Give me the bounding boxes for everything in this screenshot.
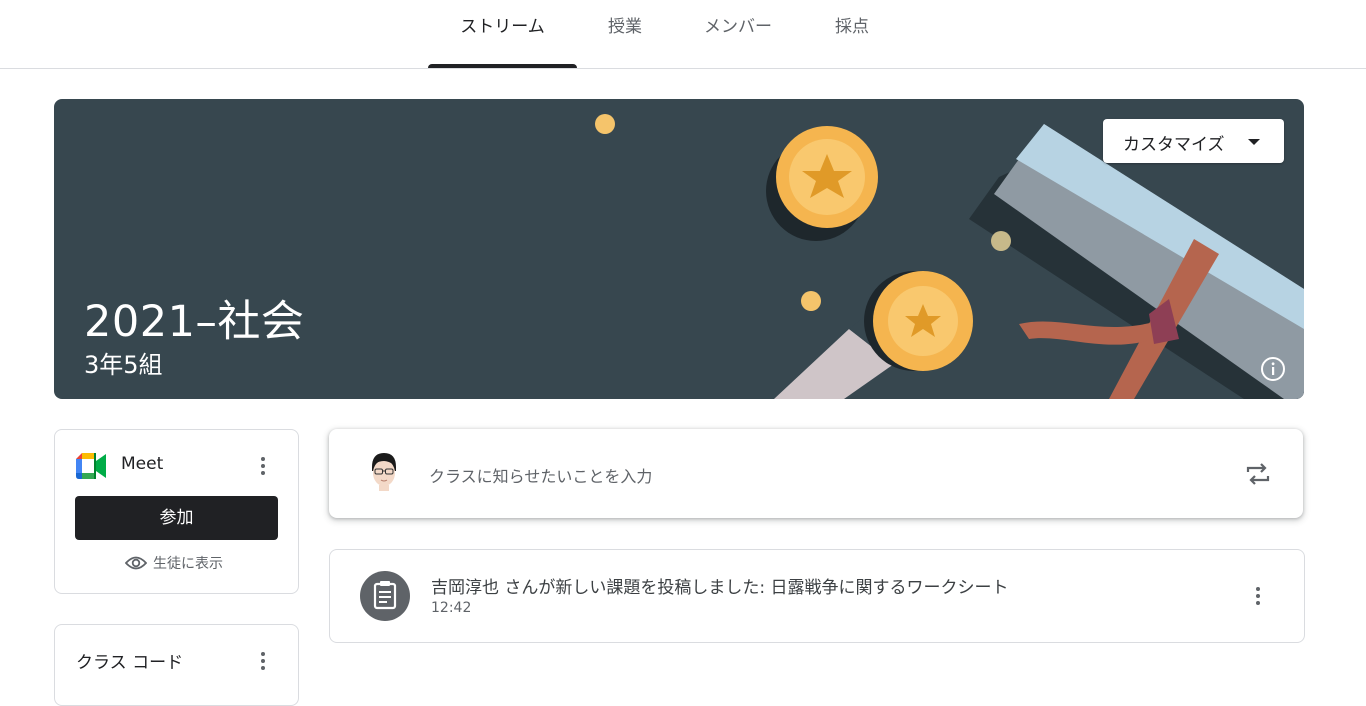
visible-to-students-label: 生徒に表示 xyxy=(153,556,223,572)
chevron-down-icon xyxy=(1248,139,1260,145)
meet-more-icon[interactable] xyxy=(251,454,275,478)
announcement-composer[interactable]: クラスに知らせたいことを入力 xyxy=(329,429,1303,518)
tab-people[interactable]: メンバー xyxy=(690,0,786,68)
stream-item-text: 吉岡淳也 さんが新しい課題を投稿しました: 日露戦争に関するワークシート xyxy=(431,578,1009,598)
tab-grades-label: 採点 xyxy=(835,17,869,37)
info-icon[interactable] xyxy=(1260,356,1286,382)
assignment-icon xyxy=(360,571,410,621)
stream-item[interactable]: 吉岡淳也 さんが新しい課題を投稿しました: 日露戦争に関するワークシート 12:… xyxy=(329,549,1305,643)
stream-item-more-icon[interactable] xyxy=(1246,584,1270,608)
repost-icon[interactable] xyxy=(1243,459,1273,489)
customize-label: カスタマイズ xyxy=(1123,135,1225,155)
meet-card: Meet 参加 生徒に表示 xyxy=(54,429,299,594)
top-tab-bar: ストリーム 授業 メンバー 採点 xyxy=(0,0,1366,69)
class-code-more-icon[interactable] xyxy=(251,649,275,673)
tab-classwork-label: 授業 xyxy=(608,17,642,37)
tab-classwork[interactable]: 授業 xyxy=(590,0,660,68)
active-tab-indicator xyxy=(428,64,577,68)
eye-icon xyxy=(125,556,147,570)
visible-to-students-toggle[interactable]: 生徒に表示 xyxy=(125,552,223,574)
meet-title: Meet xyxy=(121,454,164,474)
announcement-placeholder: クラスに知らせたいことを入力 xyxy=(429,467,653,486)
google-meet-icon xyxy=(76,453,106,479)
class-code-card: クラス コード xyxy=(54,624,299,706)
tab-grades[interactable]: 採点 xyxy=(818,0,886,68)
course-title: 2021–社会 xyxy=(84,297,305,347)
tab-stream-label: ストリーム xyxy=(460,17,545,37)
meet-join-button[interactable]: 参加 xyxy=(75,496,278,540)
stream-item-time: 12:42 xyxy=(431,600,472,616)
class-code-title: クラス コード xyxy=(76,653,184,673)
user-avatar xyxy=(372,453,396,491)
customize-button[interactable]: カスタマイズ xyxy=(1103,119,1284,163)
class-banner: 2021–社会 3年5組 カスタマイズ xyxy=(54,99,1304,399)
course-section: 3年5組 xyxy=(84,351,163,379)
tab-people-label: メンバー xyxy=(704,17,772,37)
tab-stream[interactable]: ストリーム xyxy=(428,0,577,68)
